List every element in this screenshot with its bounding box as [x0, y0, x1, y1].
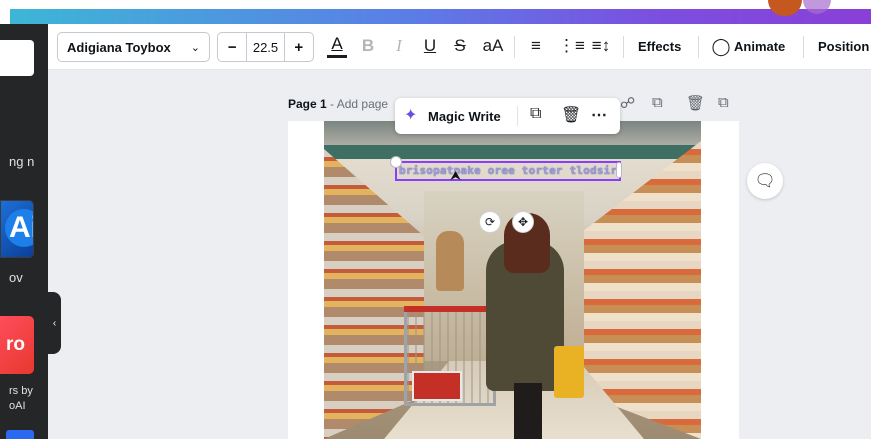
resize-handle[interactable] [390, 156, 402, 168]
text-color-swatch [327, 55, 347, 58]
chevron-down-icon: ⌄ [190, 41, 200, 54]
duplicate-page-icon[interactable]: ⧉ [652, 94, 663, 111]
header-gradient [10, 9, 871, 24]
align-center-icon[interactable]: ≡ [526, 36, 546, 56]
floating-toolbar: ✦ Magic Write ⧉ 🗑 ⋯ [395, 98, 620, 134]
magic-wand-icon[interactable]: ✦ [404, 105, 417, 125]
letter-case-button[interactable]: aA [481, 36, 505, 56]
page-number: Page 1 [288, 97, 327, 111]
add-page-icon[interactable]: ⧉ [718, 94, 729, 111]
app-tile-ai[interactable]: Ai [0, 200, 34, 258]
move-icon[interactable]: ✥ [512, 211, 534, 233]
toolbar-divider [803, 36, 804, 58]
chevron-left-icon: ‹ [52, 317, 57, 329]
strikethrough-button[interactable]: S [452, 36, 468, 56]
bold-button[interactable]: B [360, 36, 376, 56]
underline-button[interactable]: U [422, 36, 438, 56]
panel-item-label: ng n [9, 154, 35, 169]
text-toolbar: Adigiana Toybox ⌄ − 22.5 + A B I U S aA … [48, 24, 871, 70]
collapse-panel-button[interactable]: ‹ [48, 292, 61, 354]
page-title[interactable]: Page 1 - Add page [288, 97, 388, 111]
line-spacing-icon[interactable]: ≡↕ [590, 36, 612, 56]
mouse-cursor-icon: ⮝ [450, 168, 462, 183]
rotate-icon[interactable]: ⟳ [479, 211, 501, 233]
page-title-separator: - [326, 97, 337, 111]
font-size-input[interactable]: 22.5 [246, 33, 285, 61]
side-panel: ng n Ai ov ro rs by oAI [0, 24, 48, 439]
app-tile-ro[interactable]: ro [0, 316, 34, 374]
add-page-title-field[interactable]: Add page [337, 97, 388, 111]
toolbar-divider [698, 36, 699, 58]
panel-item-label: ov [9, 270, 23, 285]
font-family-value: Adigiana Toybox [67, 39, 171, 55]
panel-item-label: rs by [9, 385, 33, 397]
more-options-icon[interactable]: ⋯ [591, 105, 607, 125]
effects-button[interactable]: Effects [638, 39, 681, 54]
toolbar-divider [514, 36, 515, 58]
trash-icon[interactable]: 🗑 [561, 105, 581, 125]
animate-icon[interactable]: ◯ [711, 37, 731, 57]
font-size-stepper[interactable]: − 22.5 + [217, 32, 314, 62]
animate-button[interactable]: Animate [734, 39, 785, 54]
add-comment-icon[interactable]: 🗨 [747, 163, 783, 199]
panel-item-label: oAI [9, 400, 26, 412]
search-input[interactable] [0, 40, 34, 76]
text-element-content[interactable]: brisopatpake oree torter tlodsire [399, 164, 621, 177]
toolbar-divider [517, 106, 518, 126]
resize-handle-right[interactable] [616, 162, 622, 178]
lock-icon[interactable]: ☍ [620, 94, 635, 112]
top-header [0, 0, 871, 24]
delete-page-icon[interactable]: 🗑 [686, 94, 705, 112]
increase-font-size-button[interactable]: + [285, 39, 313, 56]
font-family-dropdown[interactable]: Adigiana Toybox ⌄ [57, 32, 210, 62]
panel-action-button[interactable] [6, 430, 34, 439]
duplicate-icon[interactable]: ⧉ [530, 105, 541, 123]
app-ai-logo: Ai [5, 209, 33, 247]
app-ro-logo: ro [6, 334, 25, 355]
italic-button[interactable]: I [391, 36, 407, 56]
selected-text-element[interactable]: brisopatpake oree torter tlodsire [395, 161, 621, 181]
decrease-font-size-button[interactable]: − [218, 39, 246, 56]
magic-write-button[interactable]: Magic Write [428, 109, 501, 124]
toolbar-divider [623, 36, 624, 58]
position-button[interactable]: Position [818, 39, 869, 54]
bullet-list-icon[interactable]: ⋮≡ [558, 36, 585, 56]
